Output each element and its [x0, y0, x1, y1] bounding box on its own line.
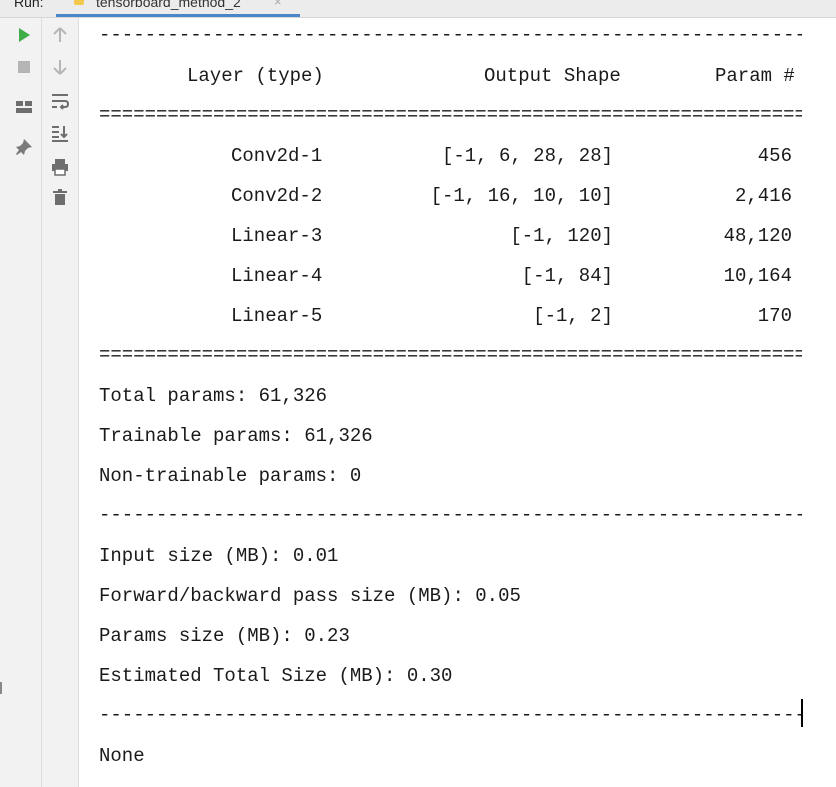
- header-param-count: Param #: [715, 65, 795, 87]
- active-tab-indicator: [56, 14, 300, 17]
- input-size: Input size (MB): 0.01: [99, 545, 339, 567]
- layer-name: Linear-4: [231, 265, 323, 287]
- print-icon[interactable]: [51, 158, 69, 176]
- param-count: 10,164: [723, 265, 792, 287]
- param-count: 456: [757, 145, 792, 167]
- run-tab-bar: Run: tensorboard_method_2 ×: [0, 0, 836, 18]
- params-size: Params size (MB): 0.23: [99, 625, 350, 647]
- separator-line: ----------------------------------------…: [99, 24, 802, 46]
- final-output: None: [99, 745, 145, 767]
- param-count: 2,416: [734, 185, 792, 207]
- non-trainable-params: Non-trainable params: 0: [99, 465, 362, 487]
- text-caret: [801, 699, 803, 727]
- python-file-icon: [74, 0, 84, 5]
- scroll-to-end-icon[interactable]: [51, 124, 69, 142]
- param-count: 170: [757, 305, 792, 327]
- header-output-shape: Output Shape: [484, 65, 621, 87]
- trainable-params: Trainable params: 61,326: [99, 425, 373, 447]
- separator-line: ========================================…: [99, 104, 802, 126]
- run-label: Run:: [14, 0, 44, 10]
- output-shape: [-1, 84]: [521, 265, 613, 287]
- forward-backward-size: Forward/backward pass size (MB): 0.05: [99, 585, 521, 607]
- layer-name: Conv2d-1: [231, 145, 323, 167]
- output-shape: [-1, 2]: [533, 305, 613, 327]
- arrow-up-icon[interactable]: [51, 26, 69, 44]
- soft-wrap-icon[interactable]: [51, 92, 69, 110]
- close-icon[interactable]: ×: [274, 0, 282, 9]
- separator-line: ----------------------------------------…: [99, 504, 802, 526]
- output-shape: [-1, 16, 10, 10]: [430, 185, 613, 207]
- layer-name: Linear-3: [231, 225, 323, 247]
- layer-name: Linear-5: [231, 305, 323, 327]
- pin-icon[interactable]: [15, 138, 33, 156]
- total-params: Total params: 61,326: [99, 385, 328, 407]
- output-shape: [-1, 6, 28, 28]: [441, 145, 613, 167]
- run-toolbar-right: [42, 18, 79, 787]
- gutter-edge-marker: [0, 682, 2, 694]
- separator-line: ========================================…: [99, 344, 802, 366]
- estimated-total-size: Estimated Total Size (MB): 0.30: [99, 665, 453, 687]
- trash-icon[interactable]: [51, 188, 69, 206]
- layout-icon[interactable]: [15, 98, 33, 116]
- run-toolbar-left: [0, 18, 42, 787]
- layer-name: Conv2d-2: [231, 185, 323, 207]
- header-layer-type: Layer (type): [187, 65, 324, 87]
- param-count: 48,120: [723, 225, 792, 247]
- arrow-down-icon[interactable]: [51, 58, 69, 76]
- console-output[interactable]: ----------------------------------------…: [79, 18, 836, 787]
- output-shape: [-1, 120]: [510, 225, 613, 247]
- play-icon[interactable]: [15, 26, 33, 44]
- stop-icon[interactable]: [15, 58, 33, 76]
- tab-title: tensorboard_method_2: [96, 0, 241, 10]
- tab-tensorboard-method-2[interactable]: tensorboard_method_2 ×: [56, 0, 300, 17]
- separator-line: ----------------------------------------…: [99, 704, 802, 726]
